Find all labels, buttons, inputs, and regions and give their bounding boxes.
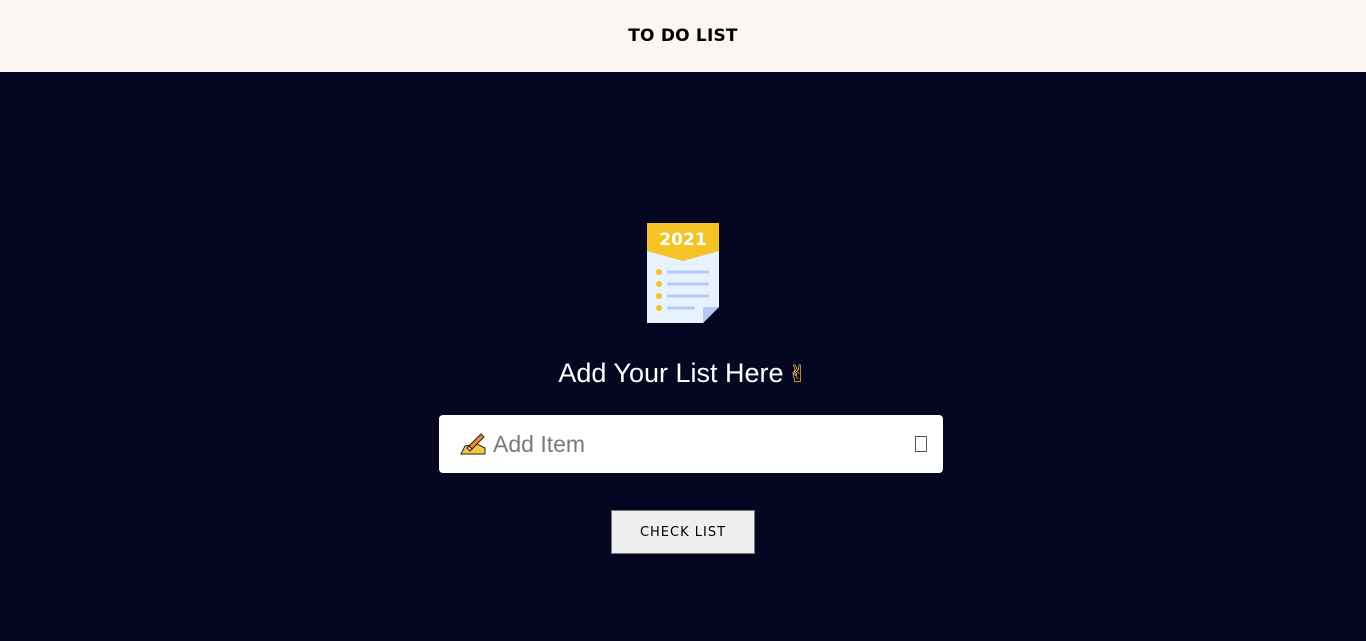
page-heading: Add Your List Here ✌ xyxy=(0,356,1366,391)
victory-hand-icon: ✌ xyxy=(787,360,808,388)
add-icon[interactable] xyxy=(915,436,927,452)
main-content: 2021 Add Your List Here✌ CHECK LIST xyxy=(0,72,1366,641)
check-list-button[interactable]: CHECK LIST xyxy=(611,510,755,554)
top-bar: TO DO LIST xyxy=(0,0,1366,72)
checklist-icon: 2021 xyxy=(647,223,719,323)
logo-year: 2021 xyxy=(659,230,706,250)
app-title: TO DO LIST xyxy=(628,26,738,46)
add-item-input[interactable] xyxy=(493,429,915,459)
heading-text: Add Your List Here xyxy=(558,358,784,388)
writing-hand-icon xyxy=(460,433,486,455)
add-item-field[interactable] xyxy=(439,415,943,473)
